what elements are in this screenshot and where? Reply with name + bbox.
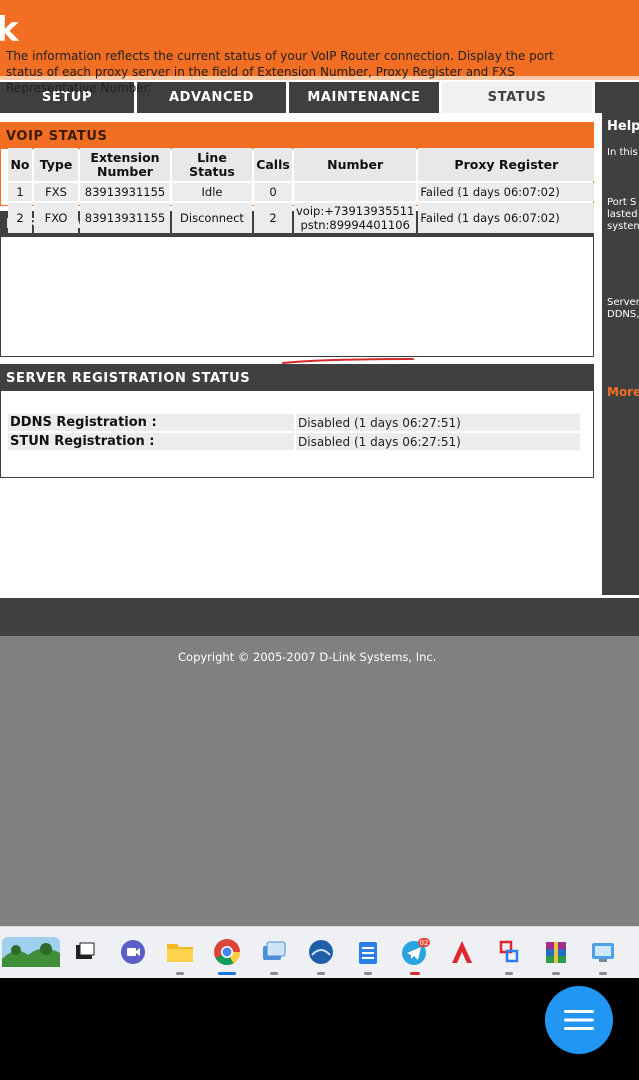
stun-value: Disabled (1 days 06:27:51): [296, 433, 580, 450]
cell-no: 1: [8, 183, 32, 201]
network-icon[interactable]: [304, 935, 338, 975]
browser-viewport: k SETUP ADVANCED MAINTENANCE STATUS VOIP…: [0, 0, 639, 978]
help-panel: Helpf In this check for Po Port S each p…: [602, 113, 639, 595]
col-no: No: [8, 148, 32, 181]
running-indicator: [270, 972, 278, 975]
cell-proxy-register: Failed (1 days 06:07:02): [418, 203, 595, 233]
active-indicator: [218, 972, 236, 975]
col-calls: Calls: [254, 148, 292, 181]
snipping-icon[interactable]: [492, 935, 526, 975]
server-registration-heading: SERVER REGISTRATION STATUS: [0, 365, 594, 391]
col-extension-number: Extension Number: [80, 148, 170, 181]
port-status-table: No Type Extension Number Line Status Cal…: [6, 146, 596, 235]
help-text-1: In this check for Po: [607, 147, 639, 158]
col-type: Type: [34, 148, 78, 181]
help-more-link[interactable]: More.: [607, 385, 639, 399]
cell-calls: 0: [254, 183, 292, 201]
table-row: 2 FXO 83913931155 Disconnect 2 voip:+739…: [8, 203, 595, 233]
chrome-icon[interactable]: [210, 935, 244, 975]
cell-no: 2: [8, 203, 32, 233]
table-row: 1 FXS 83913931155 Idle 0 Failed (1 days …: [8, 183, 595, 201]
running-indicator: [317, 972, 325, 975]
folder-icon[interactable]: [163, 935, 197, 975]
footer-bar: [0, 598, 639, 636]
cell-extension: 83913931155: [80, 183, 170, 201]
help-text-3: Server Status registr DDNS, Manag UPnP.: [607, 297, 639, 320]
running-indicator: [176, 972, 184, 975]
number-pstn: pstn:89994401106: [300, 218, 410, 232]
ddns-label: DDNS Registration :: [8, 414, 294, 431]
footer: Copyright © 2005-2007 D-Link Systems, In…: [0, 636, 639, 926]
running-indicator: [505, 972, 513, 975]
acrobat-icon[interactable]: [445, 935, 479, 969]
running-indicator: [552, 972, 560, 975]
cell-number: [294, 183, 417, 201]
table-row: DDNS Registration : Disabled (1 days 06:…: [8, 414, 580, 431]
cell-line-status: Idle: [172, 183, 252, 201]
cell-number: voip:+73913935511 pstn:89994401106: [294, 203, 417, 233]
telegram-badge: 02: [420, 939, 429, 947]
ddns-value: Disabled (1 days 06:27:51): [296, 414, 580, 431]
remote-desktop-icon[interactable]: [257, 935, 291, 975]
stun-label: STUN Registration :: [8, 433, 294, 450]
running-indicator: [364, 972, 372, 975]
running-indicator: [410, 972, 420, 975]
cell-type: FXO: [34, 203, 78, 233]
col-proxy-register: Proxy Register: [418, 148, 595, 181]
voip-status-description: The information reflects the current sta…: [6, 49, 554, 95]
server-registration-table: DDNS Registration : Disabled (1 days 06:…: [6, 412, 582, 452]
number-voip: voip:+73913935511: [296, 204, 415, 218]
menu-fab-button[interactable]: [545, 986, 613, 1054]
col-number: Number: [294, 148, 417, 181]
telegram-icon[interactable]: 02: [398, 935, 432, 975]
cell-extension: 83913931155: [80, 203, 170, 233]
copyright-text: Copyright © 2005-2007 D-Link Systems, In…: [178, 650, 437, 664]
notepad-icon[interactable]: [351, 935, 385, 975]
control-panel-icon[interactable]: [586, 935, 620, 975]
landscape-widget-icon[interactable]: [2, 935, 60, 969]
table-header-row: No Type Extension Number Line Status Cal…: [8, 148, 595, 181]
red-underline-annotation: [282, 358, 414, 364]
taskbar: 02: [0, 926, 639, 978]
cell-proxy-register: Failed (1 days 06:07:02): [418, 183, 595, 201]
running-indicator: [599, 972, 607, 975]
help-text-2: Port S each p Proxy lasted how m port h …: [607, 197, 639, 232]
table-row: STUN Registration : Disabled (1 days 06:…: [8, 433, 580, 450]
cell-calls: 2: [254, 203, 292, 233]
chat-icon[interactable]: [116, 935, 150, 969]
tab-help[interactable]: [595, 82, 639, 113]
dlink-logo: k: [0, 10, 19, 50]
col-line-status: Line Status: [172, 148, 252, 181]
cell-type: FXS: [34, 183, 78, 201]
terminal-icon[interactable]: [68, 935, 102, 969]
cell-line-status: Disconnect: [172, 203, 252, 233]
winrar-icon[interactable]: [539, 935, 573, 975]
help-title: Helpf: [607, 119, 639, 134]
hamburger-menu-icon: [564, 1010, 594, 1030]
